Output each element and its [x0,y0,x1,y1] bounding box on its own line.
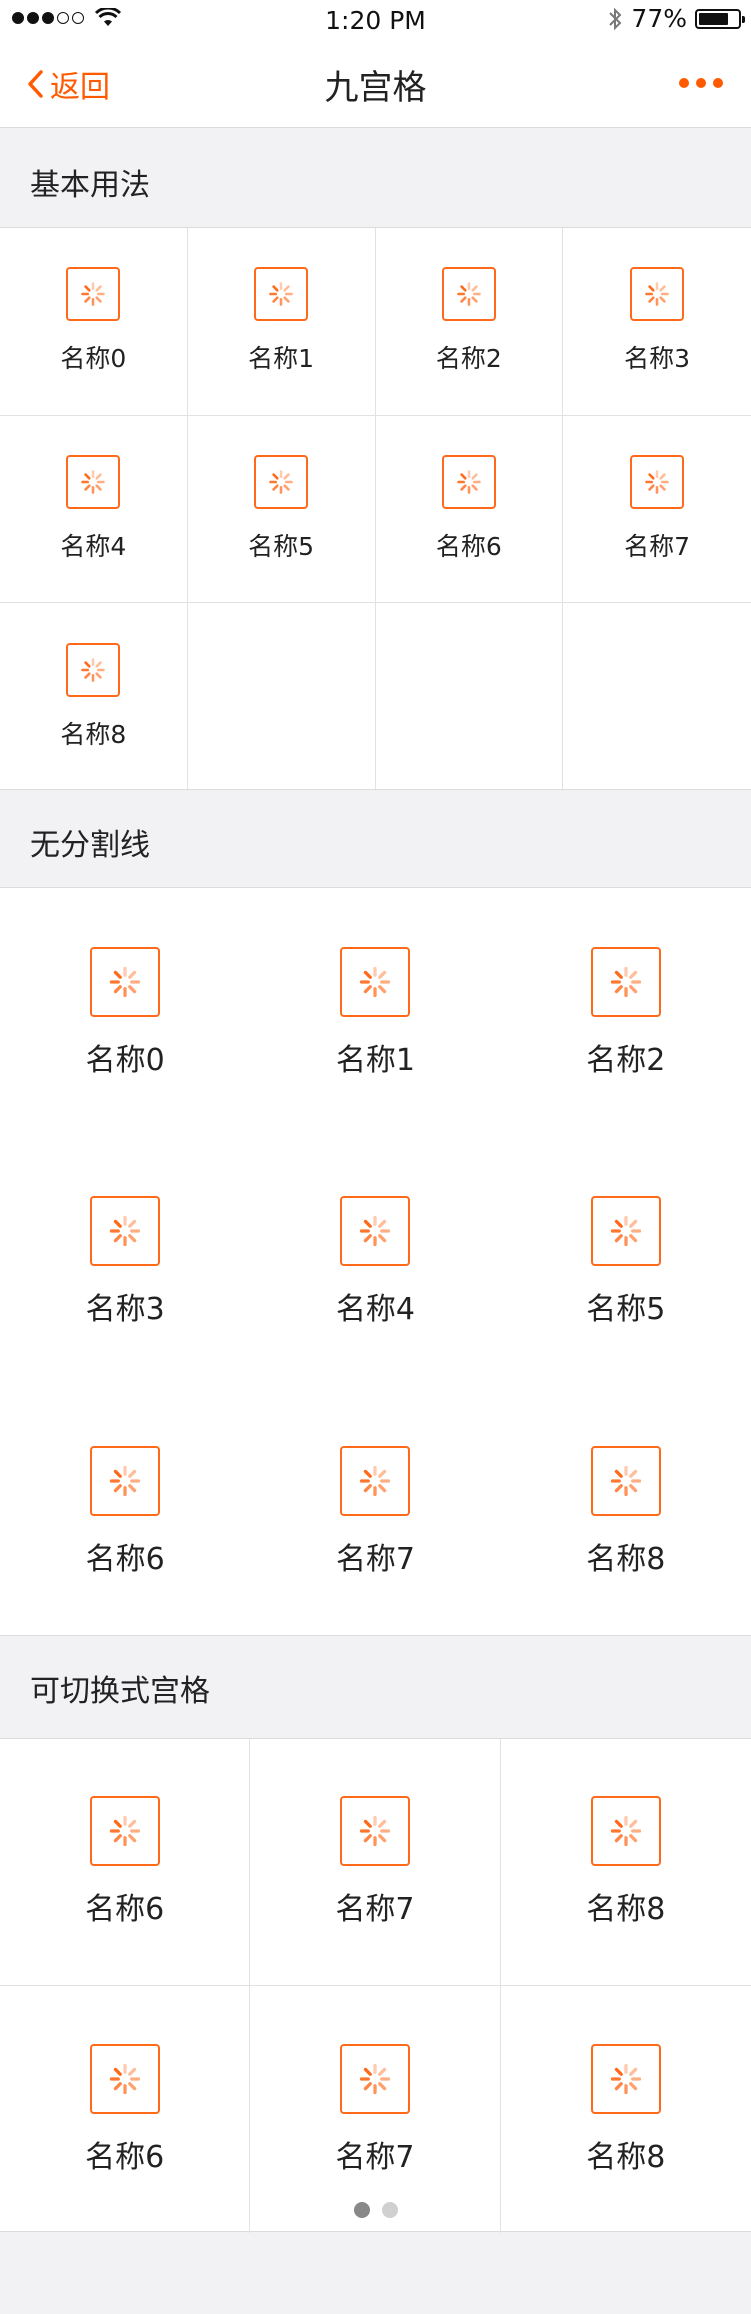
grid-item-label: 名称8 [586,1542,666,1578]
loading-spinner-icon [89,2043,160,2114]
grid-item-label: 名称2 [586,1042,666,1078]
grid-empty-cell [376,603,564,791]
loading-spinner-icon [254,267,309,322]
loading-spinner-icon [89,1796,160,1866]
grid-item[interactable]: 名称7 [563,416,751,604]
grid-item[interactable]: 名称5 [501,1138,751,1388]
loading-spinner-icon [66,454,121,509]
grid-item[interactable]: 名称7 [250,1739,501,1986]
loading-spinner-icon [254,454,309,509]
grid-item[interactable]: 名称8 [0,603,188,791]
loading-spinner-icon [630,454,685,509]
grid-item-label: 名称8 [60,720,127,750]
grid-item-label: 名称6 [435,531,502,561]
loading-spinner-icon [590,1196,661,1267]
grid-item-label: 名称7 [624,531,691,561]
grid-item-label: 名称1 [248,344,315,374]
grid-item[interactable]: 名称8 [500,1739,751,1986]
page-indicator[interactable] [0,2202,751,2218]
grid-item-label: 名称1 [335,1042,416,1078]
loading-spinner-icon [90,1196,161,1267]
grid-empty-cell [188,603,376,791]
status-bar: 1:20 PM 77% [0,0,751,40]
section-title-no-divider: 无分割线 [30,828,150,863]
battery-percent: 77% [631,4,687,33]
grid-item-label: 名称0 [85,1042,165,1078]
grid-item[interactable]: 名称7 [250,1387,500,1637]
loading-spinner-icon [340,946,411,1017]
more-button[interactable] [672,78,723,88]
loading-spinner-icon [66,267,121,322]
grid-item[interactable]: 名称4 [250,1138,500,1388]
grid-item[interactable]: 名称5 [187,415,376,604]
grid-item-label: 名称0 [60,344,127,374]
more-dot [696,78,706,88]
grid-item[interactable]: 名称6 [0,1986,251,2233]
section-title-swipeable: 可切换式宫格 [30,1674,210,1709]
grid-item-label: 名称3 [624,344,691,374]
grid-item-label: 名称2 [435,344,502,374]
grid-item-label: 名称8 [586,1892,666,1927]
grid-item-label: 名称6 [85,1542,165,1578]
grid-basic: 名称0 名称1 名称2 名称3 名称4 名称5 名称6 名称7 名称8 [0,227,751,791]
grid-item-label: 名称7 [335,1892,415,1927]
grid-item[interactable]: 名称2 [375,228,564,416]
grid-item[interactable]: 名称6 [375,415,564,604]
battery-icon [695,8,745,29]
grid-item[interactable]: 名称2 [501,888,751,1138]
grid-item-label: 名称4 [60,531,127,561]
loading-spinner-icon [340,1196,411,1267]
loading-spinner-icon [590,946,661,1017]
more-dot [713,78,723,88]
grid-item[interactable]: 名称7 [250,1986,501,2233]
grid-item[interactable]: 名称4 [0,415,188,604]
loading-spinner-icon [340,1446,411,1517]
page-title: 九宫格 [324,68,427,108]
grid-item[interactable]: 名称0 [0,228,188,416]
bluetooth-icon [609,7,622,30]
grid-item[interactable]: 名称6 [0,1387,250,1637]
loading-spinner-icon [590,2043,661,2114]
grid-item[interactable]: 名称1 [187,228,376,416]
grid-swipeable[interactable]: 名称6 名称7 名称8 名称6 名称7 名称8 [0,1738,751,2233]
grid-item[interactable]: 名称1 [250,888,500,1138]
section-title-basic: 基本用法 [30,168,150,203]
grid-item-label: 名称4 [335,1292,416,1328]
loading-spinner-icon [339,1796,410,1866]
loading-spinner-icon [339,2043,410,2114]
grid-item-label: 名称7 [335,2139,415,2175]
grid-item-label: 名称8 [586,2139,666,2175]
loading-spinner-icon [441,267,496,322]
page-dot[interactable] [381,2202,398,2218]
grid-no-divider: 名称0 名称1 名称2 名称3 名称4 名称5 名称6 名称7 名称8 [0,887,751,1636]
page-dot[interactable] [353,2202,370,2218]
grid-item[interactable]: 名称0 [0,888,250,1138]
grid-item[interactable]: 名称3 [0,1138,250,1388]
grid-item-label: 名称5 [586,1292,666,1328]
grid-item-label: 名称3 [85,1292,165,1328]
grid-item-label: 名称6 [85,2139,165,2175]
loading-spinner-icon [90,1446,161,1517]
grid-item-label: 名称6 [85,1892,165,1927]
grid-item[interactable]: 名称8 [501,1387,751,1637]
loading-spinner-icon [590,1796,661,1866]
loading-spinner-icon [590,1446,661,1517]
loading-spinner-icon [630,267,685,322]
grid-empty-cell [563,603,751,791]
grid-item[interactable]: 名称3 [563,228,751,416]
grid-item-label: 名称7 [335,1542,416,1578]
navigation-bar: 返回 九宫格 [0,40,751,128]
grid-item[interactable]: 名称6 [0,1739,251,1986]
grid-item-label: 名称5 [248,531,315,561]
more-dot [679,78,689,88]
loading-spinner-icon [66,643,121,698]
loading-spinner-icon [90,946,161,1017]
loading-spinner-icon [441,454,496,509]
grid-item[interactable]: 名称8 [501,1986,751,2233]
